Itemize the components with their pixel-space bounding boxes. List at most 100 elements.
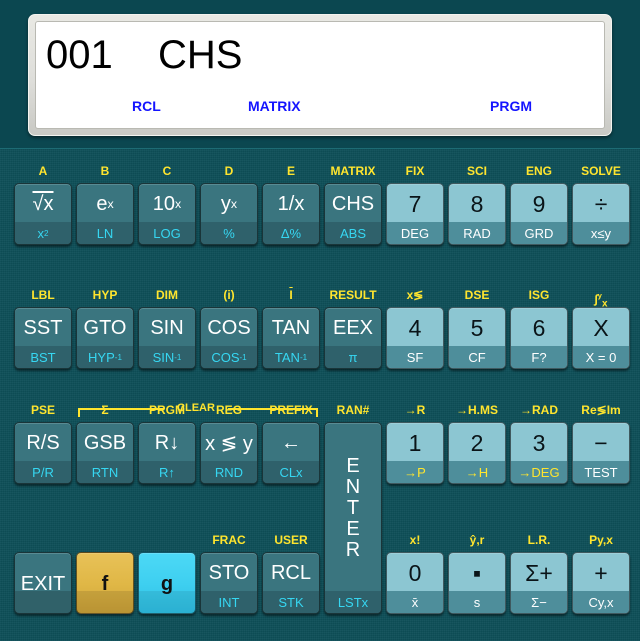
key-secondary-label-digit-2: →H [465, 464, 489, 480]
key-digit-7[interactable]: 7 DEG [386, 183, 444, 245]
key-chs[interactable]: CHS ABS [324, 183, 382, 245]
key-roll-down[interactable]: R↓ R↑ [138, 422, 196, 484]
key-digit-5[interactable]: 5 CF [448, 307, 506, 369]
key-f-shift[interactable]: f [76, 552, 134, 614]
key-primary-label-digit-3: 3 [532, 429, 546, 456]
key-top-label-sin: DIM [156, 288, 178, 302]
key-primary-label-rcl: RCL [270, 561, 311, 584]
key-secondary-label-digit-1: →P [404, 464, 426, 480]
key-top-label-cos: (i) [223, 288, 235, 302]
key-rcl[interactable]: RCL STK [262, 552, 320, 614]
key-secondary-label-add: Cy,x [588, 594, 614, 610]
key-g-shift[interactable]: g [138, 552, 196, 614]
key-top-label-rcl: USER [274, 533, 308, 547]
key-primary-label-g-shift: g [160, 572, 174, 595]
key-run-stop[interactable]: R/S P/R [14, 422, 72, 484]
key-primary-label-roll-down: R↓ [154, 431, 180, 454]
key-primary-label-digit-0: 0 [408, 559, 422, 586]
key-reciprocal[interactable]: 1/x Δ% [262, 183, 320, 245]
key-sigma-plus[interactable]: Σ+ Σ− [510, 552, 568, 614]
key-primary-label-digit-6: 6 [532, 314, 546, 341]
key-digit-2[interactable]: 2 →H [448, 422, 506, 484]
key-eex[interactable]: EEX π [324, 307, 382, 369]
key-top-label-eex: RESULT [329, 288, 377, 302]
key-digit-4[interactable]: 4 SF [386, 307, 444, 369]
key-e-to-x[interactable]: e x LN [76, 183, 134, 245]
key-top-label-digit-9: ENG [525, 164, 552, 178]
key-secondary-label-digit-6: F? [531, 349, 547, 365]
key-top-label-digit-1: →R [404, 403, 426, 417]
key-secondary-label-digit-8: RAD [463, 225, 491, 241]
key-secondary-label-decimal-point: s [473, 594, 481, 610]
key-digit-8[interactable]: 8 RAD [448, 183, 506, 245]
key-secondary-label-sigma-plus: Σ− [531, 594, 547, 610]
key-secondary-label-sqrt: x2 [37, 225, 49, 241]
key-subtract[interactable]: − TEST [572, 422, 630, 484]
key-primary-label-cos: COS [207, 316, 251, 339]
key-sqrt[interactable]: √x x 2 [14, 183, 72, 245]
key-primary-label-chs: CHS [331, 192, 375, 215]
lcd-screen[interactable]: 001 CHS RCL MATRIX PRGM [35, 21, 605, 129]
key-top-label-digit-3: →RAD [520, 403, 558, 417]
key-x-exchange-y[interactable]: x ≶ y RND [200, 422, 258, 484]
key-digit-9[interactable]: 9 GRD [510, 183, 568, 245]
key-tan[interactable]: TAN TAN -1 [262, 307, 320, 369]
key-enter[interactable]: E N T E R LSTx [324, 422, 382, 614]
key-decimal-point[interactable]: ▪ s [448, 552, 506, 614]
key-top-label-divide: SOLVE [581, 164, 621, 178]
display-panel: 001 CHS RCL MATRIX PRGM [28, 14, 612, 136]
key-primary-label-digit-8: 8 [470, 190, 484, 217]
key-top-label-ten-to-x: C [162, 164, 172, 178]
key-secondary-label-rcl: STK [278, 594, 304, 610]
key-digit-3[interactable]: 3 →DEG [510, 422, 568, 484]
key-secondary-label-gto: HYP -1 [88, 349, 122, 365]
key-primary-label-x-exchange-y: x ≶ y [205, 432, 253, 455]
key-ten-to-x[interactable]: 10 x LOG [138, 183, 196, 245]
key-primary-label-run-stop: R/S [26, 431, 60, 454]
key-primary-label-digit-7: 7 [408, 190, 422, 217]
key-secondary-label-gsb: RTN [91, 464, 119, 480]
key-primary-label-sst: SST [23, 316, 63, 339]
key-backspace[interactable]: ← CLx [262, 422, 320, 484]
key-primary-label-f-shift: f [101, 572, 109, 595]
key-primary-label-sto: STO [208, 561, 250, 584]
key-top-label-backspace: PREFIX [269, 403, 313, 417]
key-top-label-digit-4: x≶ [406, 288, 424, 302]
key-primary-label-gsb: GSB [83, 431, 127, 454]
key-secondary-label-backspace: CLx [279, 464, 303, 480]
key-secondary-label-reciprocal: Δ% [280, 225, 302, 241]
key-secondary-label-divide: x≤y [590, 225, 612, 241]
key-primary-label-digit-4: 4 [408, 314, 422, 341]
key-top-label-gto: HYP [92, 288, 118, 302]
key-cos[interactable]: COS COS -1 [200, 307, 258, 369]
program-step-number: 001 [46, 33, 113, 77]
key-digit-1[interactable]: 1 →P [386, 422, 444, 484]
key-top-label-enter: RAN# [336, 403, 370, 417]
key-primary-label-eex: EEX [332, 316, 374, 339]
key-exit[interactable]: EXIT [14, 552, 72, 614]
program-mnemonic: CHS [158, 33, 243, 77]
key-secondary-label-digit-3: →DEG [518, 464, 560, 480]
key-secondary-label-e-to-x: LN [96, 225, 114, 241]
key-top-label-e-to-x: B [100, 164, 110, 178]
key-add[interactable]: + Cy,x [572, 552, 630, 614]
key-sst[interactable]: SST BST [14, 307, 72, 369]
key-sin[interactable]: SIN SIN -1 [138, 307, 196, 369]
key-multiply-x[interactable]: X X = 0 [572, 307, 630, 369]
key-top-label-chs: MATRIX [330, 164, 376, 178]
key-top-label-digit-0: x! [409, 533, 421, 547]
keypad: A √x x 2 Be x LN C 10 x LOG Dy x% E 1/x Δ% MATRIX CHS ABS F… [0, 148, 640, 641]
key-top-label-sqrt: A [38, 164, 48, 178]
key-digit-6[interactable]: 6 F? [510, 307, 568, 369]
key-sto[interactable]: STO INT [200, 552, 258, 614]
key-primary-label-digit-5: 5 [470, 314, 484, 341]
key-top-label-x-exchange-y: REG [215, 403, 242, 417]
key-secondary-label-sin: SIN -1 [152, 349, 182, 365]
key-y-to-x[interactable]: y x% [200, 183, 258, 245]
key-digit-0[interactable]: 0 x̄ [386, 552, 444, 614]
key-secondary-label-eex: π [348, 349, 358, 365]
key-top-label-digit-6: ISG [528, 288, 550, 302]
key-divide[interactable]: ÷ x≤y [572, 183, 630, 245]
key-gsb[interactable]: GSB RTN [76, 422, 134, 484]
key-gto[interactable]: GTO HYP -1 [76, 307, 134, 369]
